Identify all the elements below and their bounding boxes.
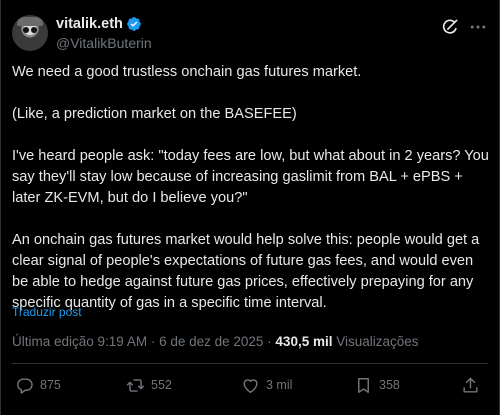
reply-count: 875	[40, 378, 61, 392]
reply-button[interactable]: 875	[15, 372, 61, 398]
avatar-eye-right	[31, 27, 37, 33]
translate-post-link[interactable]: Traduzir post	[12, 305, 82, 319]
avatar-cap	[17, 17, 43, 26]
divider	[12, 363, 488, 364]
like-count: 3 mil	[266, 378, 293, 392]
tweet-text: We need a good trustless onchain gas fut…	[12, 64, 489, 311]
bookmark-count: 358	[379, 378, 400, 392]
avatar-eye-left	[23, 27, 29, 33]
author-handle[interactable]: @VitalikButerin	[56, 35, 152, 51]
repost-button[interactable]: 552	[126, 372, 172, 398]
like-button[interactable]: 3 mil	[241, 372, 292, 398]
views-label: Visualizações	[332, 334, 419, 349]
reply-icon	[17, 377, 33, 394]
meta-separator: ·	[147, 334, 160, 349]
action-bar: 875 552 3 mil 358	[12, 372, 490, 398]
grok-icon[interactable]	[440, 17, 460, 37]
display-name[interactable]: vitalik.eth	[56, 16, 123, 32]
verified-badge-icon	[127, 17, 141, 31]
tweet-meta: Última edição 9:19 AM · 6 de dez de 2025…	[12, 334, 419, 349]
display-name-row: vitalik.eth	[56, 15, 152, 33]
avatar[interactable]	[12, 15, 48, 51]
like-icon	[243, 378, 258, 393]
edited-timestamp[interactable]: Última edição 9:19 AM	[12, 334, 147, 349]
tweet-header: vitalik.eth @VitalikButerin	[12, 13, 490, 53]
views-count: 430,5 mil	[275, 334, 333, 349]
bookmark-button[interactable]: 358	[354, 372, 400, 398]
repost-icon	[126, 378, 145, 392]
bookmark-icon	[358, 377, 369, 393]
meta-separator: ·	[263, 334, 276, 349]
share-icon	[463, 377, 478, 393]
share-button[interactable]	[461, 372, 480, 398]
repost-count: 552	[151, 378, 172, 392]
post-date[interactable]: 6 de dez de 2025	[159, 334, 263, 349]
tweet-card: vitalik.eth @VitalikButerin We need a go…	[0, 0, 500, 415]
more-icon[interactable]	[468, 17, 488, 37]
author-names: vitalik.eth @VitalikButerin	[56, 15, 152, 51]
